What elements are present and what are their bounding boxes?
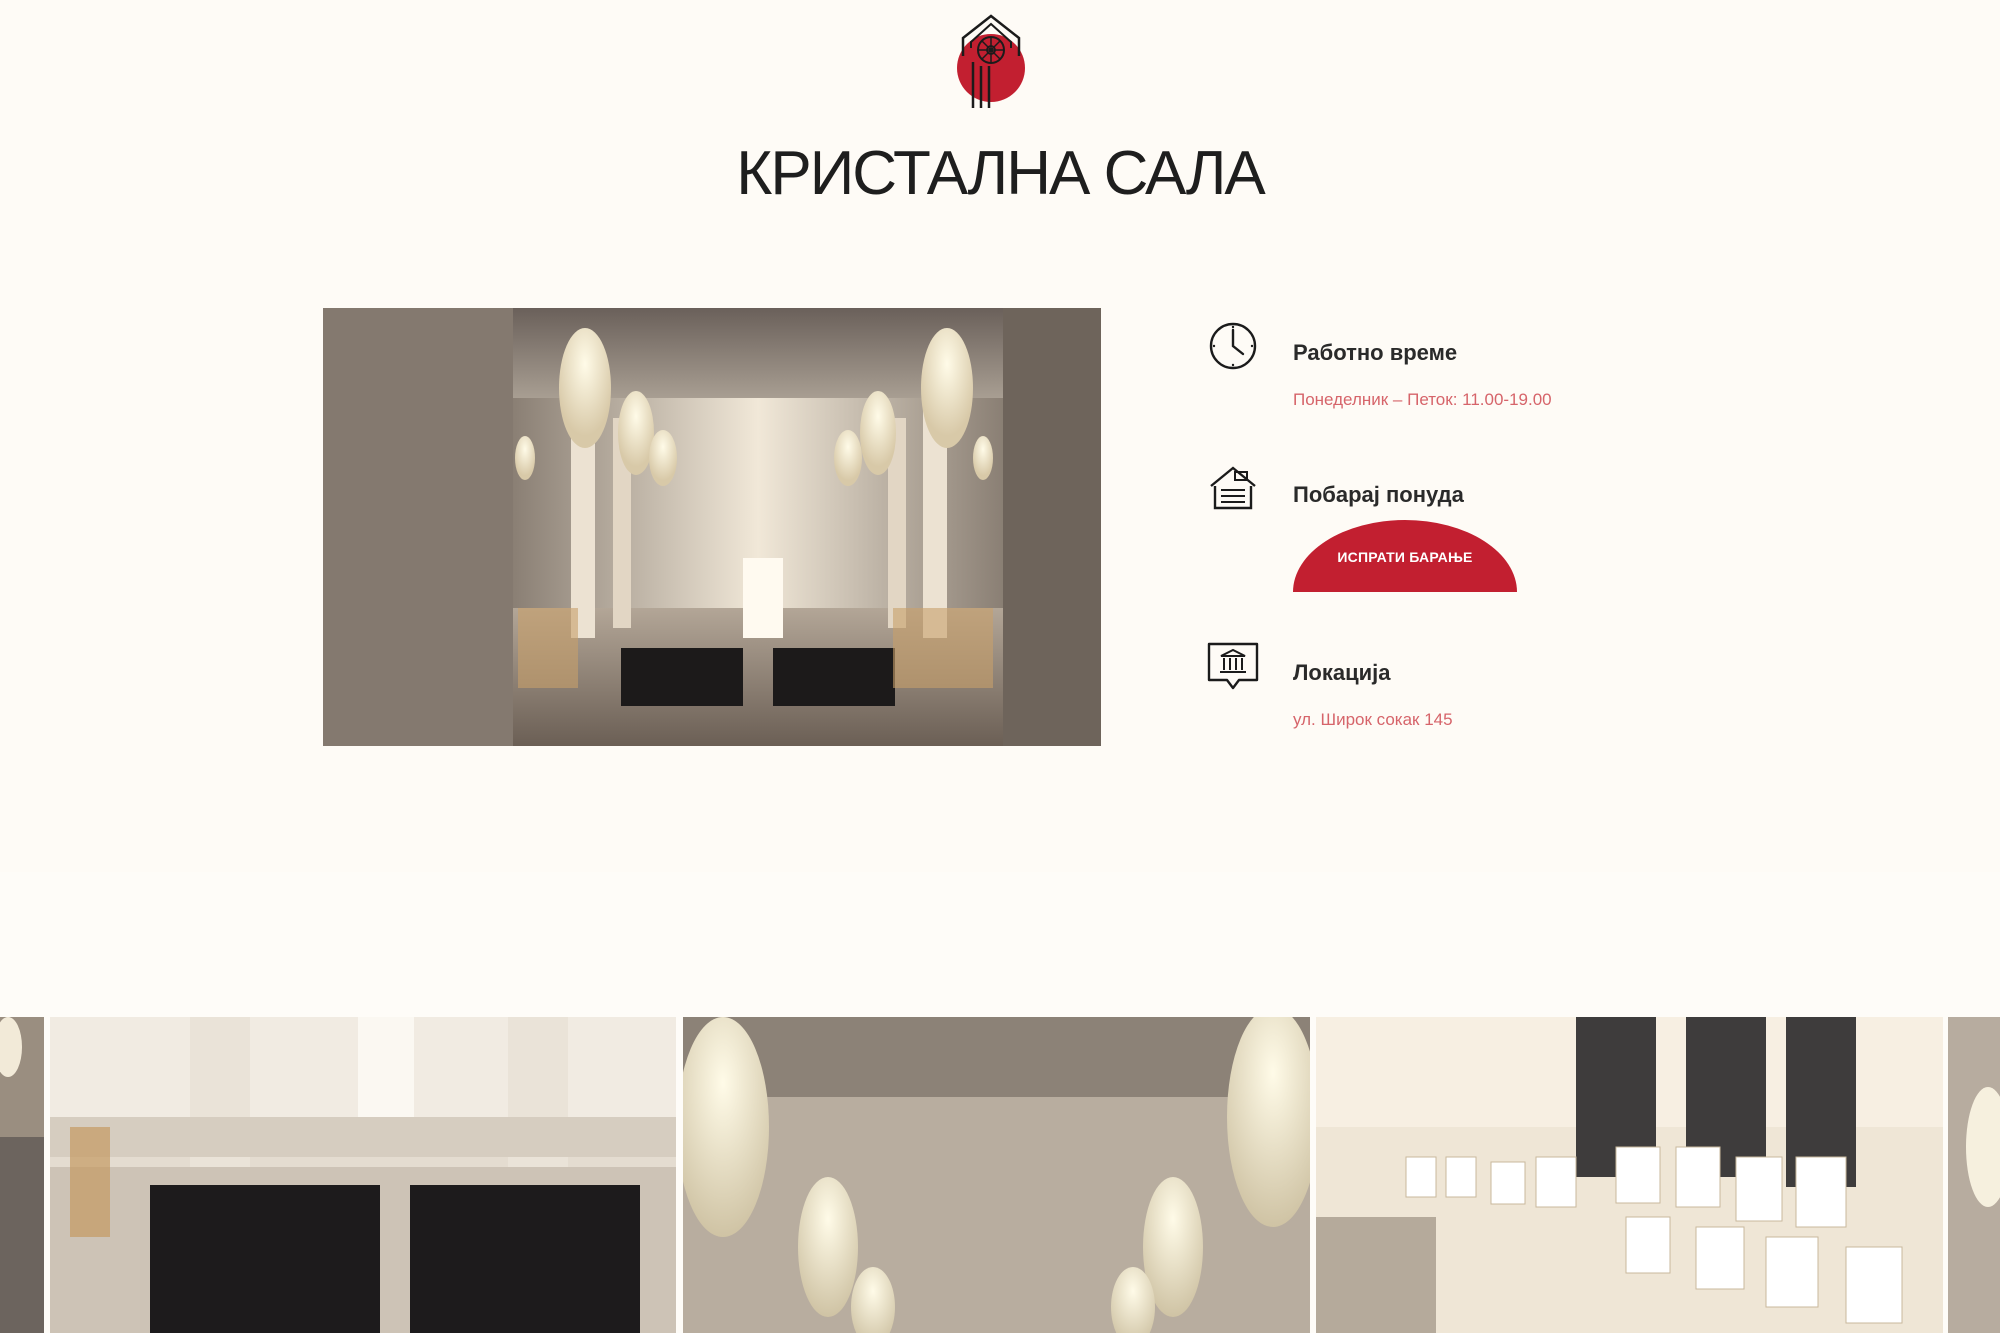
gallery-image-chandeliers[interactable]	[683, 1017, 1310, 1333]
quote-title: Побарај понуда	[1293, 482, 1464, 507]
gallery-image-partial-left[interactable]	[0, 1017, 44, 1333]
gallery-image-exhibition[interactable]	[1316, 1017, 1943, 1333]
hours-title: Работно време	[1293, 340, 1458, 365]
clock-icon	[1209, 322, 1257, 370]
send-request-button[interactable]: ИСПРАТИ БАРАЊЕ	[1293, 520, 1517, 592]
gallery-image-partial-right[interactable]	[1948, 1017, 2000, 1333]
info-request-quote: Побарај понуда ИСПРАТИ БАРАЊЕ	[1205, 460, 1605, 600]
museum-pin-icon	[1207, 642, 1259, 690]
hero-hall-photo[interactable]	[323, 308, 1101, 746]
venue-header-section: КРИСТАЛНА САЛА Работно време Понеделник …	[0, 0, 2000, 872]
location-title: Локација	[1293, 660, 1391, 685]
page-title: КРИСТАЛНА САЛА	[736, 139, 1266, 208]
gallery-image-chairs[interactable]	[50, 1017, 676, 1333]
building-request-icon	[1210, 466, 1256, 510]
hours-value: Понеделник – Петок: 11.00-19.00	[1293, 390, 1552, 409]
photo-gallery-carousel	[0, 1017, 2000, 1333]
info-location: Локација ул. Широк сокак 145	[1205, 638, 1605, 738]
info-working-hours: Работно време Понеделник – Петок: 11.00-…	[1205, 318, 1605, 418]
venue-logo[interactable]	[955, 8, 1027, 112]
location-address: ул. Широк сокак 145	[1293, 710, 1453, 729]
